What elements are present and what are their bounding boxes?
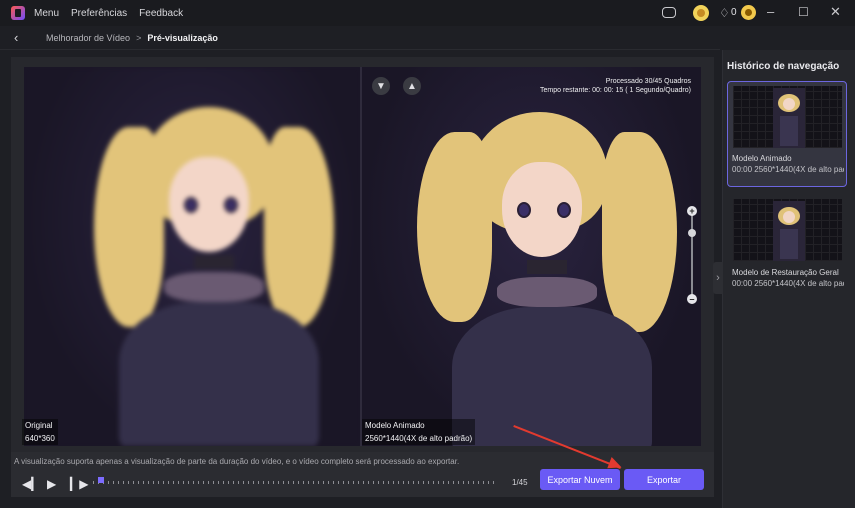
gem-icon: ♢ — [719, 6, 730, 20]
history-item-meta: 00:00 2560*1440(4X de alto padrão) — [732, 279, 844, 288]
history-thumbnail[interactable] — [733, 199, 842, 261]
menu-item-feedback[interactable]: Feedback — [139, 8, 183, 19]
menu-item-preferences[interactable]: Preferências — [71, 8, 127, 19]
breadcrumb-parent[interactable]: Melhorador de Vídeo — [46, 33, 130, 43]
comparison-viewer[interactable]: Processado 30/45 Quadros Tempo restante:… — [24, 67, 701, 446]
breadcrumb-current: Pré-visualização — [147, 32, 218, 43]
history-title: Histórico de navegação — [727, 61, 840, 72]
enhanced-label-text: Modelo Animado — [365, 421, 425, 430]
zoom-in-icon[interactable]: + — [687, 206, 697, 216]
zoom-slider-handle[interactable] — [688, 229, 696, 237]
thumbs-up-icon[interactable]: ▲ — [403, 77, 421, 95]
enhanced-pane: Processado 30/45 Quadros Tempo restante:… — [362, 67, 701, 446]
minimize-icon[interactable]: – — [767, 4, 774, 19]
timeline-playhead[interactable] — [98, 477, 105, 483]
time-remaining: Tempo restante: 00: 00: 15 ( 1 Segundo/Q… — [540, 87, 691, 94]
discord-icon[interactable] — [662, 7, 676, 18]
breadcrumb-separator: > — [136, 32, 142, 43]
history-item-meta: 00:00 2560*1440(4X de alto padrão) — [732, 165, 844, 174]
close-icon[interactable]: ✕ — [830, 4, 841, 20]
processing-status: Processado 30/45 Quadros Tempo restante:… — [540, 77, 691, 95]
processed-frames: Processado 30/45 Quadros — [605, 78, 691, 85]
breadcrumb: ‹ Melhorador de Vídeo > Pré-visualização — [0, 26, 720, 50]
frame-counter: 1/45 — [512, 478, 528, 487]
thumbs-down-icon[interactable]: ▼ — [372, 77, 390, 95]
back-arrow-icon[interactable]: ‹ — [14, 30, 28, 45]
previous-frame-icon[interactable]: ◀▎ — [22, 477, 40, 491]
original-label-text: Original — [25, 421, 53, 430]
avatar[interactable] — [693, 5, 709, 21]
gem-count: 0 — [731, 7, 737, 18]
maximize-icon[interactable]: ☐ — [798, 5, 809, 19]
play-icon[interactable]: ▶ — [47, 477, 56, 491]
menu-item-menu[interactable]: Menu — [34, 8, 59, 19]
enhanced-size-text: 2560*1440(4X de alto padrão) — [365, 434, 473, 443]
zoom-out-icon[interactable]: – — [687, 294, 697, 304]
history-thumbnail[interactable] — [733, 86, 842, 148]
top-menu: Menu Preferências Feedback — [34, 8, 183, 19]
export-button[interactable]: Exportar — [624, 469, 704, 490]
history-item-name: Modelo Animado — [732, 154, 792, 163]
next-frame-icon[interactable]: ▎▶ — [70, 477, 88, 491]
timeline-track[interactable] — [93, 481, 497, 484]
app-logo-icon — [11, 6, 25, 20]
chevron-right-icon[interactable]: › — [713, 262, 723, 294]
history-item-name: Modelo de Restauração Geral — [732, 268, 839, 277]
original-size-text: 640*360 — [25, 434, 55, 443]
preview-note: A visualização suporta apenas a visualiz… — [14, 457, 460, 466]
enhanced-label: Modelo Animado 2560*1440(4X de alto padr… — [362, 419, 476, 445]
export-cloud-button[interactable]: Exportar Nuvem — [540, 469, 620, 490]
original-pane — [24, 67, 360, 446]
zoom-slider-track[interactable] — [691, 215, 693, 295]
original-label: Original 640*360 — [22, 419, 58, 445]
medal-icon[interactable] — [741, 5, 756, 20]
